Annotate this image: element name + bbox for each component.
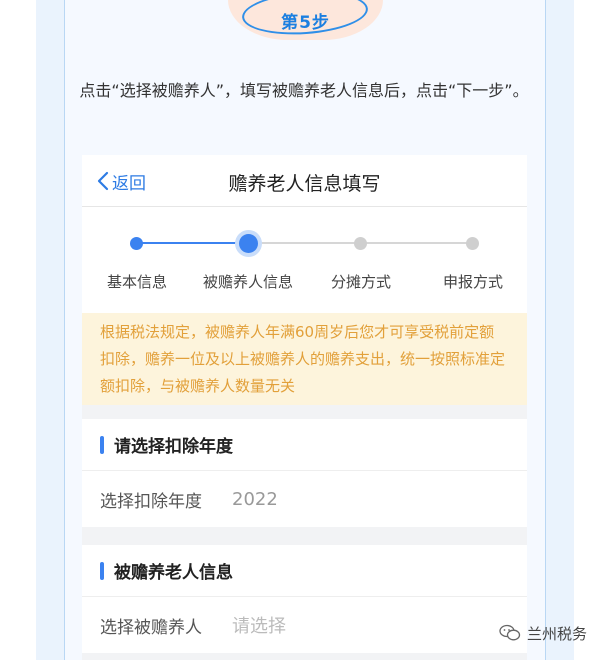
wechat-icon (499, 624, 521, 641)
step-dot-3 (354, 237, 367, 250)
page-title: 赡养老人信息填写 (228, 173, 381, 195)
tax-rule-notice: 根据税法规定，被赡养人年满60周岁后您才可享受税前定额扣除，赡养一位及以上被赡养… (82, 313, 527, 405)
elder-info-section: 被赡养老人信息 选择被赡养人 请选择 (82, 545, 527, 653)
step-label-1: 基本信息 (106, 273, 167, 291)
section-accent-bar (100, 435, 104, 454)
step-badge-label: 第5步 (281, 13, 330, 33)
deduction-year-field[interactable]: 选择扣除年度 2022 (82, 471, 527, 527)
wechat-watermark: 兰州税务 (499, 620, 587, 646)
field-label: 选择被赡养人 (100, 617, 202, 638)
section-header: 请选择扣除年度 (82, 419, 527, 471)
deduction-year-section: 请选择扣除年度 选择扣除年度 2022 (82, 419, 527, 527)
deduction-year-value: 2022 (232, 488, 278, 510)
field-label: 选择扣除年度 (100, 491, 202, 512)
step-dot-1 (130, 237, 143, 250)
instruction-text: 点击“选择被赡养人”，填写被赡养老人信息后，点击“下一步”。 (79, 81, 529, 100)
step-label-4: 申报方式 (442, 273, 503, 291)
progress-stepper: 基本信息 被赡养人信息 分摊方式 申报方式 (82, 207, 527, 313)
select-elder-field[interactable]: 选择被赡养人 请选择 (82, 597, 527, 653)
section-accent-bar (100, 561, 104, 580)
phone-screenshot: 返回 赡养老人信息填写 基本信息 被赡养人信息 分摊方式 申报方式 根据税法规定… (82, 155, 527, 660)
watermark-text: 兰州税务 (527, 624, 588, 643)
step-dot-4 (466, 237, 479, 250)
step-dot-2 (239, 234, 258, 253)
section-header: 被赡养老人信息 (82, 545, 527, 597)
section-title: 请选择扣除年度 (114, 437, 233, 457)
stepper-line-done (137, 242, 249, 244)
step-badge: 第5步 (228, 0, 383, 42)
step-label-2: 被赡养人信息 (202, 273, 293, 291)
step-label-3: 分摊方式 (330, 273, 391, 291)
section-title: 被赡养老人信息 (114, 563, 233, 583)
select-elder-placeholder: 请选择 (232, 616, 286, 637)
top-bar: 返回 赡养老人信息填写 (82, 155, 527, 207)
